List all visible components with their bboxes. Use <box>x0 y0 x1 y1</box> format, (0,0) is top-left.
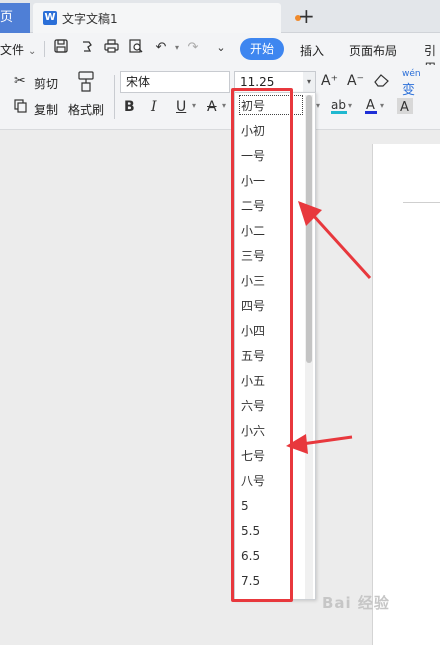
annotation-arrow-upper <box>298 201 372 280</box>
baidu-watermark: Bai 经验 <box>322 594 390 612</box>
annotation-arrows <box>286 201 372 454</box>
annotation-arrow-lower <box>286 434 353 454</box>
